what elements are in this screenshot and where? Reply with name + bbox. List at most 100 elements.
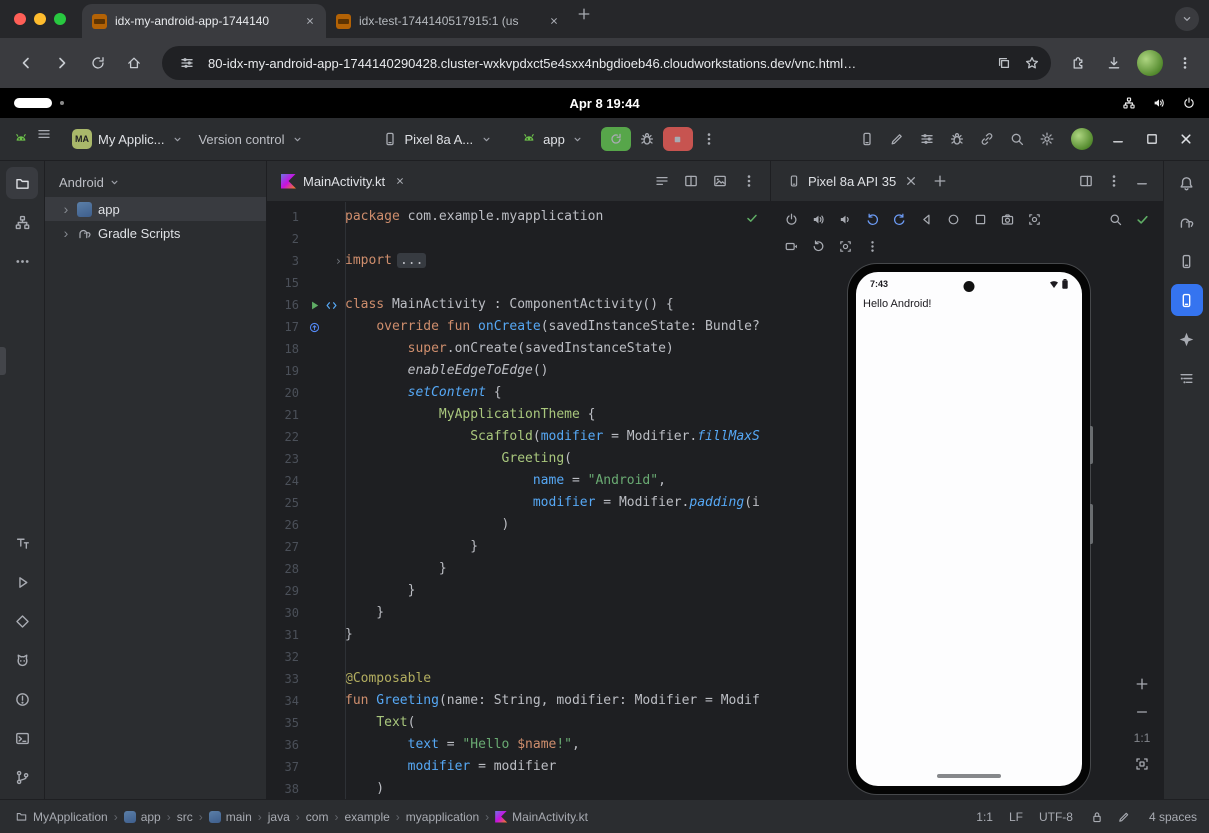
breadcrumb-item[interactable]: myapplication xyxy=(404,810,481,824)
power-icon[interactable] xyxy=(1177,91,1201,115)
rotate-left-icon[interactable] xyxy=(860,207,885,231)
chevron-down-icon[interactable] xyxy=(1175,7,1199,31)
screenshot-icon[interactable] xyxy=(833,234,858,258)
home-indicator[interactable] xyxy=(937,774,1001,778)
breadcrumb-item[interactable]: app xyxy=(122,810,163,824)
expand-icon[interactable]: › xyxy=(61,201,71,217)
search-icon[interactable] xyxy=(1003,126,1031,152)
minimize-window-button[interactable] xyxy=(34,13,46,25)
code-line[interactable]: 37 modifier = modifier xyxy=(267,756,770,778)
lock-icon[interactable] xyxy=(1089,808,1106,825)
sitemap-icon[interactable] xyxy=(6,206,38,238)
code-line[interactable]: 18 super.onCreate(savedInstanceState) xyxy=(267,338,770,360)
indent-setting[interactable]: 4 spaces xyxy=(1149,810,1197,824)
breadcrumb-item[interactable]: com xyxy=(304,810,331,824)
back-tri-icon[interactable] xyxy=(914,207,939,231)
tree-item-gradle-scripts[interactable]: ›Gradle Scripts xyxy=(45,221,266,245)
panel-drag-handle[interactable] xyxy=(0,347,6,375)
code-line[interactable]: 3›import... xyxy=(267,250,770,272)
sitemap-icon[interactable] xyxy=(1117,91,1141,115)
bug-icon[interactable] xyxy=(943,126,971,152)
emulator-phone[interactable]: 7:43 Hello Android! xyxy=(847,263,1091,795)
tab-search-button[interactable] xyxy=(1175,7,1199,31)
minimize-icon[interactable] xyxy=(1103,125,1133,153)
project-selector[interactable]: MA My Applic... xyxy=(66,124,190,154)
download-icon[interactable] xyxy=(1099,48,1129,78)
kebab-icon[interactable] xyxy=(1171,49,1199,77)
code-line[interactable]: 22 Scaffold(modifier = Modifier.fillMaxS xyxy=(267,426,770,448)
code-line[interactable]: 29 } xyxy=(267,580,770,602)
tab-close-icon[interactable] xyxy=(546,13,562,29)
activities-pill[interactable] xyxy=(14,98,52,108)
breadcrumb-item[interactable]: example xyxy=(342,810,391,824)
file-encoding[interactable]: UTF-8 xyxy=(1039,810,1073,824)
gear-icon[interactable] xyxy=(1033,126,1061,152)
run-gutter-icon[interactable] xyxy=(307,298,322,313)
image-view-icon[interactable] xyxy=(706,168,733,194)
breadcrumb-item[interactable]: main xyxy=(207,810,254,824)
check-icon[interactable] xyxy=(1130,207,1155,231)
code-line[interactable]: 35 Text( xyxy=(267,712,770,734)
user-avatar[interactable] xyxy=(1071,128,1093,150)
breadcrumb-item[interactable]: MyApplication xyxy=(12,810,110,824)
phone-icon[interactable] xyxy=(853,126,881,152)
more-icon[interactable] xyxy=(6,245,38,277)
pen-icon[interactable] xyxy=(1116,808,1133,825)
zoom-out-button[interactable] xyxy=(1133,703,1151,721)
zoom-in-button[interactable] xyxy=(1133,675,1151,693)
diamond-icon[interactable] xyxy=(6,605,38,637)
tab-close-icon[interactable] xyxy=(302,13,318,29)
code-area[interactable]: 1package com.example.myapplication23›imp… xyxy=(267,202,770,799)
play-icon[interactable] xyxy=(6,566,38,598)
zoom-fit-button[interactable] xyxy=(1133,755,1151,773)
code-line[interactable]: 28 } xyxy=(267,558,770,580)
home-icon[interactable] xyxy=(118,47,150,79)
breadcrumb-item[interactable]: src xyxy=(175,810,195,824)
code-line[interactable]: 25 modifier = Modifier.padding(i xyxy=(267,492,770,514)
code-line[interactable]: 31} xyxy=(267,624,770,646)
debug-button[interactable] xyxy=(633,126,661,152)
device-tab-close-icon[interactable] xyxy=(903,173,919,189)
split-icon[interactable] xyxy=(677,168,704,194)
project-view-selector[interactable]: Android xyxy=(45,167,266,197)
code-line[interactable]: 26 ) xyxy=(267,514,770,536)
reset-icon[interactable] xyxy=(806,234,831,258)
arrow-right-icon[interactable] xyxy=(46,47,78,79)
code-line[interactable]: 33@Composable xyxy=(267,668,770,690)
code-line[interactable]: 32 xyxy=(267,646,770,668)
code-line[interactable]: 16class MainActivity : ComponentActivity… xyxy=(267,294,770,316)
kebab-icon[interactable] xyxy=(1101,168,1127,194)
add-device-button[interactable] xyxy=(927,168,953,194)
zoom-level[interactable]: 1:1 xyxy=(1134,731,1151,745)
main-menu-button[interactable] xyxy=(36,126,64,152)
branch-icon[interactable] xyxy=(6,761,38,793)
phone-icon[interactable] xyxy=(1171,245,1203,277)
pen-icon[interactable] xyxy=(883,126,911,152)
code-line[interactable]: 38 ) xyxy=(267,778,770,799)
structure-icon[interactable] xyxy=(1171,362,1203,394)
stop-button[interactable] xyxy=(663,127,693,151)
run-button[interactable] xyxy=(601,127,631,151)
circle-icon[interactable] xyxy=(941,207,966,231)
code-line[interactable]: 19 enableEdgeToEdge() xyxy=(267,360,770,382)
browser-menu-button[interactable] xyxy=(1171,49,1199,77)
search-icon[interactable] xyxy=(1103,207,1128,231)
code-line[interactable]: 21 MyApplicationTheme { xyxy=(267,404,770,426)
browser-tab[interactable]: idx-test-1744140517915:1 (us xyxy=(326,4,570,38)
cat-icon[interactable] xyxy=(6,644,38,676)
inspections-status-icon[interactable] xyxy=(744,210,760,226)
close-icon[interactable] xyxy=(1171,125,1201,153)
kebab-icon[interactable] xyxy=(860,234,885,258)
window-layout-icon[interactable] xyxy=(1073,168,1099,194)
code-line[interactable]: 34fun Greeting(name: String, modifier: M… xyxy=(267,690,770,712)
volume-up-icon[interactable] xyxy=(806,207,831,231)
profile-avatar[interactable] xyxy=(1137,50,1163,76)
video-icon[interactable] xyxy=(779,234,804,258)
code-line[interactable]: 23 Greeting( xyxy=(267,448,770,470)
desktop-clock[interactable]: Apr 8 19:44 xyxy=(569,96,639,111)
terminal-icon[interactable] xyxy=(6,722,38,754)
star-icon[interactable] xyxy=(1019,50,1045,76)
volume-up-icon[interactable] xyxy=(1147,91,1171,115)
code-line[interactable]: 30 } xyxy=(267,602,770,624)
code-line[interactable]: 36 text = "Hello $name!", xyxy=(267,734,770,756)
